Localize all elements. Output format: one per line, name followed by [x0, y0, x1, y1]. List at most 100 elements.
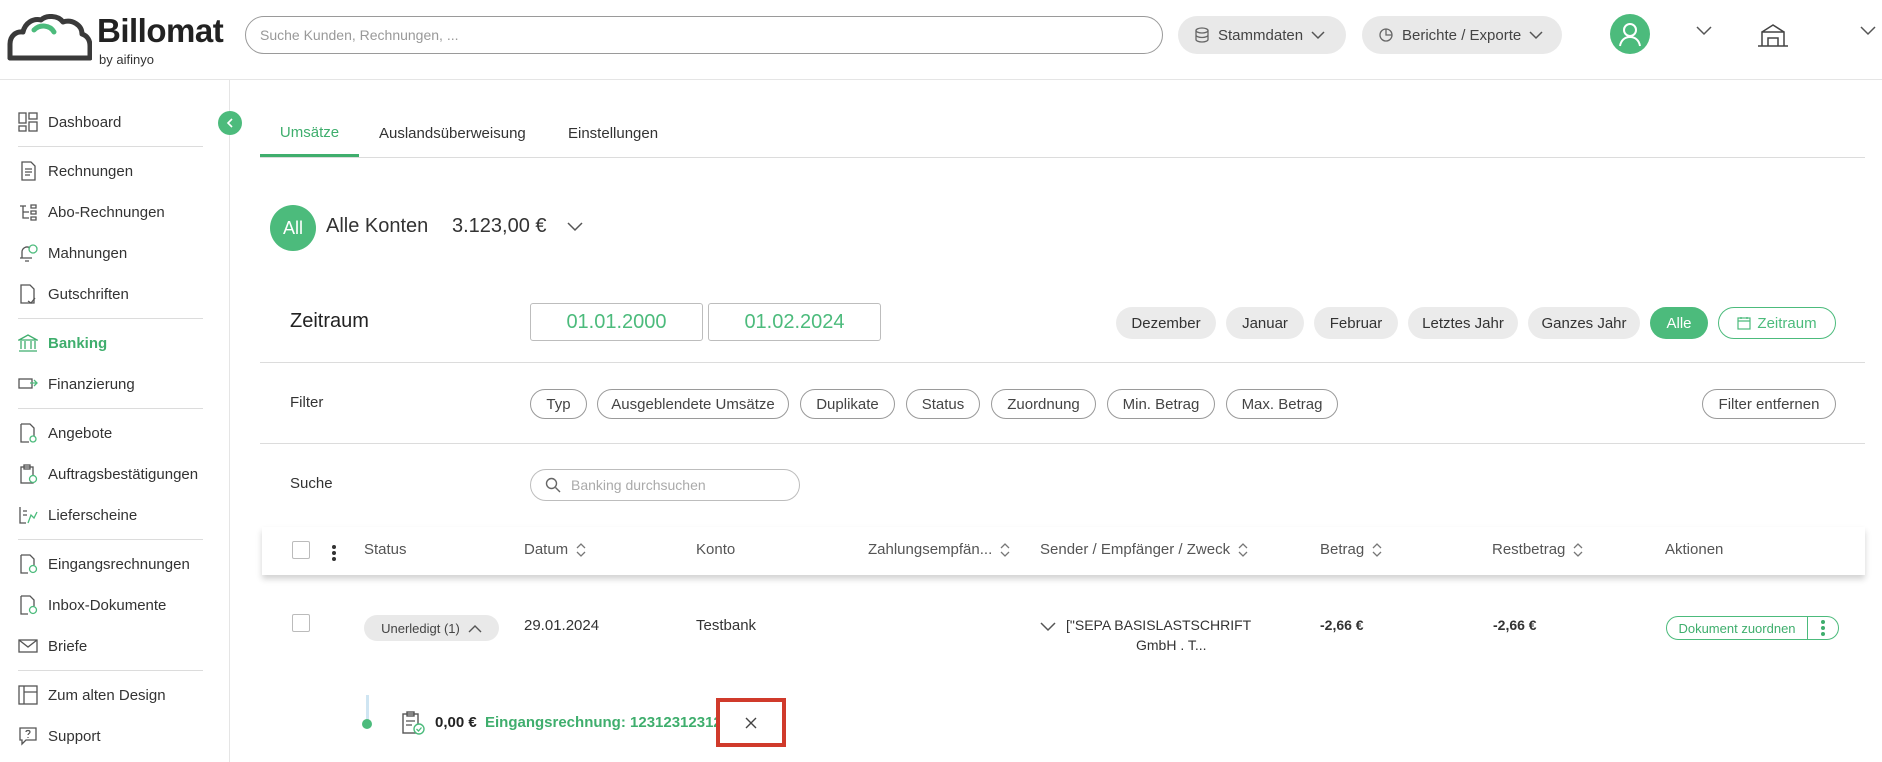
sidebar-item-inbox-dokumente[interactable]: Inbox-Dokumente [18, 590, 203, 620]
reminder-icon [18, 243, 38, 263]
filter-ausgeblendete-umsaetze[interactable]: Ausgeblendete Umsätze [597, 389, 789, 419]
company-menu-chevron-icon[interactable] [1860, 26, 1876, 36]
column-options-icon[interactable] [332, 545, 336, 563]
stammdaten-dropdown[interactable]: Stammdaten [1178, 16, 1346, 54]
order-confirmation-icon [18, 464, 38, 484]
filter-typ[interactable]: Typ [530, 389, 587, 419]
sidebar-item-label: Dashboard [48, 113, 122, 131]
sidebar-item-label: Mahnungen [48, 244, 128, 262]
preset-alle[interactable]: Alle [1650, 307, 1708, 339]
pie-chart-icon [1379, 28, 1393, 42]
filter-duplikate[interactable]: Duplikate [800, 389, 895, 419]
sidebar-item-angebote[interactable]: Angebote [18, 418, 203, 448]
zeitraum-label: Zeitraum [290, 310, 369, 332]
status-badge[interactable]: Unerledigt (1) [364, 615, 499, 641]
sidebar-item-banking[interactable]: Banking [18, 328, 203, 358]
date-from-input[interactable]: 01.01.2000 [530, 303, 703, 341]
column-datum[interactable]: Datum [524, 541, 586, 558]
sidebar-item-zum-alten-design[interactable]: Zum alten Design [18, 680, 203, 710]
preset-letztes-jahr[interactable]: Letztes Jahr [1408, 307, 1518, 339]
banking-search-input[interactable]: Banking durchsuchen [530, 469, 800, 501]
filter-min-betrag[interactable]: Min. Betrag [1107, 389, 1215, 419]
brand-subtitle: by aifinyo [99, 52, 154, 67]
dashboard-icon [18, 112, 38, 132]
preset-dezember[interactable]: Dezember [1116, 307, 1216, 339]
sidebar-item-finanzierung[interactable]: Finanzierung [18, 369, 203, 399]
sidebar-divider [18, 539, 203, 540]
custom-zeitraum-label: Zeitraum [1757, 314, 1817, 332]
sort-icon [1000, 542, 1010, 557]
user-menu-chevron-icon[interactable] [1696, 26, 1712, 36]
filter-zuordnung[interactable]: Zuordnung [991, 389, 1096, 419]
column-zahlungsempfaenger[interactable]: Zahlungsempfän... [868, 541, 1010, 558]
date-to-input[interactable]: 01.02.2024 [708, 303, 881, 341]
sidebar-divider [18, 318, 203, 319]
suche-label: Suche [290, 475, 333, 492]
column-sender-empfaenger-zweck[interactable]: Sender / Empfänger / Zweck [1040, 541, 1248, 558]
berichte-label: Berichte / Exporte [1402, 26, 1522, 44]
sidebar-item-auftragsbestaetigungen[interactable]: Auftragsbestätigungen [18, 459, 203, 489]
row-checkbox[interactable] [292, 614, 310, 632]
user-avatar[interactable] [1610, 14, 1650, 54]
row-actions-more-button[interactable] [1807, 616, 1839, 640]
sidebar-item-briefe[interactable]: Briefe [18, 631, 203, 661]
offer-icon [18, 423, 38, 443]
old-design-icon [18, 685, 38, 705]
sidebar-collapse-button[interactable] [218, 111, 242, 135]
column-restbetrag[interactable]: Restbetrag [1492, 541, 1583, 558]
sidebar-item-label: Zum alten Design [48, 686, 166, 704]
billomat-logo[interactable]: Billomat by aifinyo [6, 12, 224, 67]
bank-icon [18, 333, 38, 353]
assignment-document-link[interactable]: Eingangsrechnung: 123123123123 [485, 714, 730, 731]
filter-max-betrag[interactable]: Max. Betrag [1226, 389, 1338, 419]
sidebar-item-label: Briefe [48, 637, 88, 655]
more-vertical-icon [1821, 620, 1825, 636]
global-search-input[interactable]: Suche Kunden, Rechnungen, ... [245, 16, 1163, 54]
berichte-exporte-dropdown[interactable]: Berichte / Exporte [1362, 16, 1562, 54]
sidebar-item-eingangsrechnungen[interactable]: Eingangsrechnungen [18, 549, 203, 579]
sidebar-divider [18, 146, 203, 147]
row-zweck-line1: ["SEPA BASISLASTSCHRIFT [1066, 617, 1252, 633]
filter-entfernen-button[interactable]: Filter entfernen [1702, 389, 1836, 419]
tab-einstellungen[interactable]: Einstellungen [568, 110, 658, 157]
chevron-down-icon [1529, 30, 1543, 39]
chevron-left-icon [226, 118, 233, 128]
preset-februar[interactable]: Februar [1314, 307, 1398, 339]
dokument-zuordnen-button[interactable]: Dokument zuordnen [1666, 616, 1808, 640]
sidebar-item-mahnungen[interactable]: Mahnungen [18, 238, 203, 268]
filter-status[interactable]: Status [906, 389, 980, 419]
sidebar-item-dashboard[interactable]: Dashboard [18, 107, 203, 137]
sidebar-divider [18, 670, 203, 671]
sidebar-item-label: Rechnungen [48, 162, 134, 180]
custom-zeitraum-button[interactable]: Zeitraum [1718, 307, 1836, 339]
tab-auslandsueberweisung[interactable]: Auslandsüberweisung [379, 110, 526, 157]
divider [260, 443, 1865, 444]
select-all-checkbox[interactable] [292, 541, 310, 559]
company-building-icon[interactable] [1756, 22, 1790, 48]
row-datum: 29.01.2024 [524, 617, 600, 634]
sidebar-item-gutschriften[interactable]: Gutschriften [18, 279, 203, 309]
column-betrag[interactable]: Betrag [1320, 541, 1382, 558]
sidebar-item-support[interactable]: Support [18, 721, 203, 751]
tab-umsaetze[interactable]: Umsätze [260, 110, 359, 157]
assignment-amount: 0,00 € [435, 714, 477, 731]
account-name[interactable]: Alle Konten [326, 215, 428, 238]
invoice-icon [18, 161, 38, 181]
sort-icon [1573, 542, 1583, 557]
expand-chevron-icon[interactable] [1040, 622, 1056, 632]
sidebar-item-label: Auftragsbestätigungen [48, 465, 199, 483]
preset-januar[interactable]: Januar [1226, 307, 1304, 339]
sidebar-item-lieferscheine[interactable]: Lieferscheine [18, 500, 203, 530]
sidebar-item-label: Inbox-Dokumente [48, 596, 167, 614]
preset-ganzes-jahr[interactable]: Ganzes Jahr [1528, 307, 1640, 339]
sort-icon [1372, 542, 1382, 557]
table-header: Status Datum Konto Zahlungsempfän... Sen… [262, 527, 1865, 575]
credit-note-icon [18, 284, 38, 304]
account-chevron-down-icon[interactable] [567, 222, 583, 232]
account-badge[interactable]: All [270, 205, 316, 251]
sidebar-item-rechnungen[interactable]: Rechnungen [18, 156, 203, 186]
column-betrag-label: Betrag [1320, 541, 1365, 558]
sidebar-item-abo-rechnungen[interactable]: Abo-Rechnungen [18, 197, 203, 227]
inbox-icon [18, 595, 38, 615]
remove-assignment-button[interactable] [716, 698, 786, 747]
